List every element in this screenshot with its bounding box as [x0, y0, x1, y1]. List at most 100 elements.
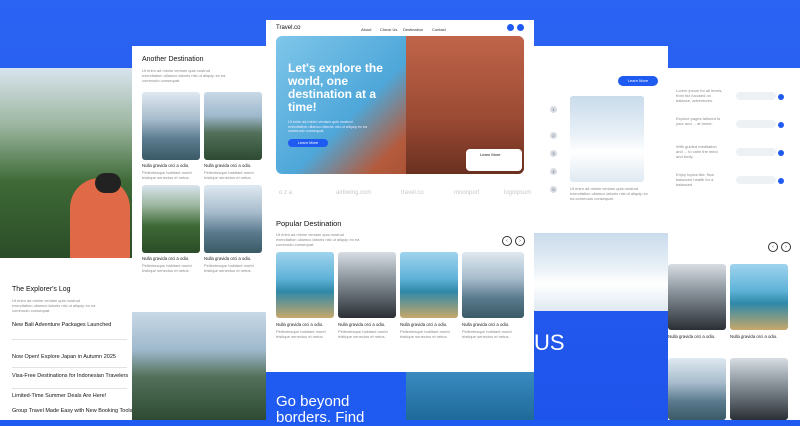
right-panel: Learn More 1 2 3 4 5 Ut enim ad minim ve… [534, 46, 668, 233]
card-title[interactable]: Nulla gravida orci a odio. [400, 322, 447, 328]
snow-trek-photo [534, 233, 668, 311]
hiker-photo [0, 68, 135, 258]
arrow-icon[interactable] [778, 178, 784, 184]
card-title[interactable]: Nulla gravida orci a odio. [142, 163, 189, 169]
destination-photo[interactable] [142, 92, 200, 160]
card-desc: Pellentesque habitant morbi tristique se… [276, 329, 326, 339]
section-title: Another Destination [142, 56, 204, 63]
card-title[interactable]: Nulla gravida orci a odio. [142, 256, 189, 262]
search-icon[interactable] [507, 24, 514, 31]
section-desc: Ut enim ad minim veniam quis nostrud exe… [142, 68, 226, 83]
valley-photo [132, 312, 270, 420]
main-page: Travel.co About Check Us Destination Con… [266, 20, 534, 372]
destination-photo[interactable] [204, 185, 262, 253]
info-pill [736, 92, 776, 100]
card-title[interactable]: Nulla gravida orci a odio. [730, 334, 777, 340]
destination-photo[interactable] [730, 358, 788, 420]
news-item[interactable]: Limited-Time Summer Deals Are Here! [12, 393, 106, 400]
prev-arrow-icon[interactable]: ‹ [768, 242, 778, 252]
hero-card-button[interactable]: Learn More [480, 152, 500, 157]
popular-photo[interactable] [400, 252, 458, 318]
partner-logo: travel.co [401, 190, 424, 196]
info-pill [736, 148, 776, 156]
info-pill [736, 120, 776, 128]
news-item[interactable]: Group Travel Made Easy with New Booking … [12, 408, 132, 415]
popular-desc: Ut enim ad minim veniam quis nostrud exe… [276, 232, 360, 247]
card-desc: Pellentesque habitant morbi tristique se… [142, 263, 192, 273]
destination-photo[interactable] [142, 185, 200, 253]
popular-title: Popular Destination [276, 219, 342, 228]
card-title[interactable]: Nulla gravida orci a odio. [338, 322, 385, 328]
step-dot[interactable]: 2 [550, 132, 557, 139]
info-item: Explore pages tailored to your and ... a… [676, 116, 721, 126]
info-item: Lorem ipsum for all levels, from biz foc… [676, 88, 723, 103]
card-title[interactable]: Nulla gravida orci a odio. [668, 334, 715, 340]
partner-logo: o z a [279, 190, 293, 196]
card-desc: Pellentesque habitant morbi tristique se… [462, 329, 512, 339]
card-title[interactable]: Nulla gravida orci a odio. [204, 163, 251, 169]
nav-contact[interactable]: Contact [432, 27, 446, 32]
card-title[interactable]: Nulla gravida orci a odio. [276, 322, 323, 328]
log-desc: Ut enim ad minim veniam quis nostrud exe… [12, 298, 96, 313]
step-dot[interactable]: 5 [550, 186, 557, 193]
news-item[interactable]: Visa-Free Destinations for Indonesian Tr… [12, 373, 128, 380]
arrow-icon[interactable] [778, 150, 784, 156]
right-learn-more-button[interactable]: Learn More [618, 76, 658, 86]
popular-photo[interactable] [462, 252, 524, 318]
step-dot[interactable]: 3 [550, 150, 557, 157]
destination-photo[interactable] [668, 264, 726, 330]
right-caption: Ut enim ad minim veniam quis nostrud exe… [570, 186, 648, 201]
step-dot[interactable]: 4 [550, 168, 557, 175]
info-item: With guided meditation and ... to calm t… [676, 144, 718, 159]
hero-learn-more-button[interactable]: Learn More [288, 139, 328, 147]
destination-photo[interactable] [668, 358, 726, 420]
far-left-panel: The Explorer's Log Ut enim ad minim veni… [0, 68, 135, 420]
mountain-photo [570, 96, 644, 182]
divider [12, 367, 127, 368]
news-item[interactable]: Now Open! Explore Japan in Autumn 2025 [12, 354, 116, 361]
cta-band: Go beyond borders. Find [266, 372, 406, 426]
arrow-icon[interactable] [778, 94, 784, 100]
next-arrow-icon[interactable]: › [515, 236, 525, 246]
log-title: The Explorer's Log [12, 286, 71, 293]
destination-photo[interactable] [204, 92, 262, 160]
card-title[interactable]: Nulla gravida orci a odio. [462, 322, 509, 328]
left-panel: Another Destination Ut enim ad minim ven… [132, 46, 270, 420]
destination-photo[interactable] [730, 264, 788, 330]
hero-title: Let's explore the world, one destination… [288, 61, 383, 114]
next-arrow-icon[interactable]: › [781, 242, 791, 252]
far-right-lower: ‹ › Nulla gravida orci a odio. Nulla gra… [668, 198, 800, 420]
popular-photo[interactable] [338, 252, 396, 318]
card-desc: Pellentesque habitant morbi tristique se… [338, 329, 388, 339]
card-desc: Pellentesque habitant morbi tristique se… [400, 329, 450, 339]
cta-photo [406, 372, 534, 420]
camera-icon [95, 173, 121, 193]
popular-photo[interactable] [276, 252, 334, 318]
news-item[interactable]: New Bali Adventure Packages Launched [12, 322, 111, 329]
card-desc: Pellentesque habitant morbi tristique se… [142, 170, 192, 180]
info-item: Enjoy topics like, flow balanced health … [676, 172, 715, 187]
far-right-panel: Lorem ipsum for all levels, from biz foc… [668, 68, 800, 198]
card-desc: Pellentesque habitant morbi tristique se… [204, 170, 254, 180]
user-icon[interactable] [517, 24, 524, 31]
cta-title: Go beyond borders. Find [276, 393, 365, 426]
divider [12, 388, 127, 389]
hero-banner: Let's explore the world, one destination… [276, 36, 524, 174]
nav-about[interactable]: About [361, 27, 371, 32]
partner-logo: moonport [454, 190, 480, 196]
step-dot[interactable]: 1 [550, 106, 557, 113]
hero-info-card: Learn More [466, 149, 522, 171]
card-desc: Pellentesque habitant morbi tristique se… [204, 263, 254, 273]
big-letters: US [534, 330, 565, 355]
partner-logo: logoipsum [504, 190, 532, 196]
prev-arrow-icon[interactable]: ‹ [502, 236, 512, 246]
nav-destination[interactable]: Destination [403, 27, 423, 32]
hero-desc: Ut enim ad minim veniam quis nostrud exe… [288, 120, 368, 134]
divider [12, 339, 127, 340]
nav-check-us[interactable]: Check Us [380, 27, 397, 32]
brand-logo[interactable]: Travel.co [276, 25, 300, 31]
info-pill [736, 176, 776, 184]
partner-logo: airbwing.com [336, 190, 372, 196]
card-title[interactable]: Nulla gravida orci a odio. [204, 256, 251, 262]
arrow-icon[interactable] [778, 122, 784, 128]
